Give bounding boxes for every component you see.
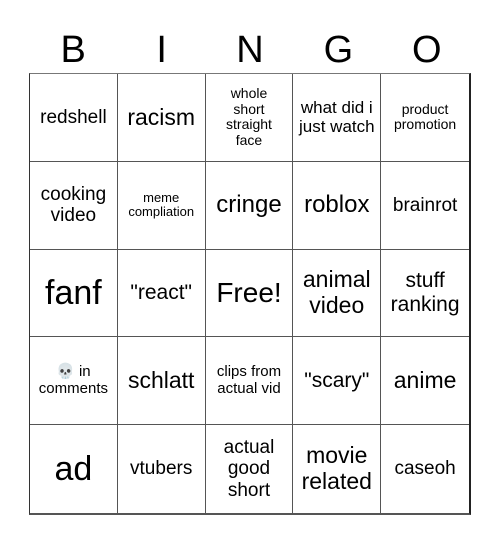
- cell-label: product promotion: [393, 100, 457, 133]
- bingo-cell[interactable]: "scary": [293, 337, 382, 426]
- bingo-cell[interactable]: fanf: [30, 249, 118, 338]
- bingo-cell[interactable]: vtubers: [118, 425, 206, 513]
- free-space-cell[interactable]: Free!: [205, 249, 294, 338]
- cell-label: cringe: [216, 190, 282, 218]
- cell-label: ad: [54, 450, 93, 489]
- bingo-cell[interactable]: brainrot: [381, 162, 469, 250]
- bingo-cell[interactable]: "react": [117, 249, 206, 338]
- cell-label: anime: [393, 366, 457, 393]
- bingo-cell[interactable]: cooking video: [30, 161, 118, 250]
- cell-label: redshell: [40, 106, 107, 128]
- header-letter-n: N: [236, 29, 264, 71]
- cell-label: racism: [127, 103, 196, 130]
- bingo-cell[interactable]: redshell: [30, 74, 118, 162]
- bingo-cell[interactable]: meme compliation: [117, 161, 206, 250]
- bingo-cell[interactable]: animal video: [293, 249, 382, 338]
- cell-label: actual good short: [223, 437, 275, 501]
- cell-label: "react": [130, 281, 192, 305]
- bingo-board: redshell racism whole short straight fac…: [29, 73, 471, 515]
- bingo-header: B I N G O: [29, 28, 471, 72]
- bingo-cell[interactable]: racism: [117, 74, 206, 162]
- header-letter-g: G: [323, 29, 354, 71]
- bingo-cell[interactable]: roblox: [293, 161, 382, 250]
- bingo-cell[interactable]: movie related: [293, 425, 382, 513]
- cell-label: what did i just watch: [298, 98, 375, 137]
- cell-label: Free!: [216, 277, 282, 309]
- bingo-cell[interactable]: 💀 in comments: [30, 337, 118, 426]
- header-letter-b: B: [60, 29, 86, 71]
- bingo-cell[interactable]: clips from actual vid: [205, 337, 294, 426]
- cell-label: whole short straight face: [226, 85, 272, 149]
- bingo-cell[interactable]: ad: [30, 425, 118, 513]
- bingo-cell[interactable]: actual good short: [206, 425, 294, 513]
- bingo-cell[interactable]: schlatt: [117, 337, 206, 426]
- bingo-cell[interactable]: anime: [381, 337, 469, 426]
- bingo-cell[interactable]: stuff ranking: [381, 250, 469, 338]
- header-letter-i: I: [156, 29, 167, 71]
- cell-label: "scary": [304, 369, 370, 393]
- cell-label: clips from actual vid: [216, 362, 282, 397]
- bingo-cell[interactable]: whole short straight face: [205, 74, 294, 162]
- bingo-cell[interactable]: caseoh: [381, 425, 469, 513]
- bingo-cell[interactable]: product promotion: [381, 74, 469, 162]
- bingo-cell[interactable]: what did i just watch: [293, 74, 382, 162]
- bingo-cell[interactable]: cringe: [205, 161, 294, 250]
- cell-label: fanf: [45, 273, 102, 312]
- cell-label: stuff ranking: [390, 269, 460, 316]
- header-letter-o: O: [412, 29, 442, 71]
- cell-label: caseoh: [394, 458, 456, 480]
- cell-label: schlatt: [127, 366, 195, 393]
- cell-label: brainrot: [392, 194, 458, 216]
- cell-label: movie related: [301, 442, 372, 495]
- cell-label: animal video: [302, 266, 371, 318]
- cell-label: vtubers: [130, 458, 193, 480]
- cell-label: 💀 in comments: [38, 362, 108, 397]
- cell-label: cooking video: [40, 183, 107, 227]
- cell-label: meme compliation: [128, 189, 195, 220]
- cell-label: roblox: [304, 190, 370, 218]
